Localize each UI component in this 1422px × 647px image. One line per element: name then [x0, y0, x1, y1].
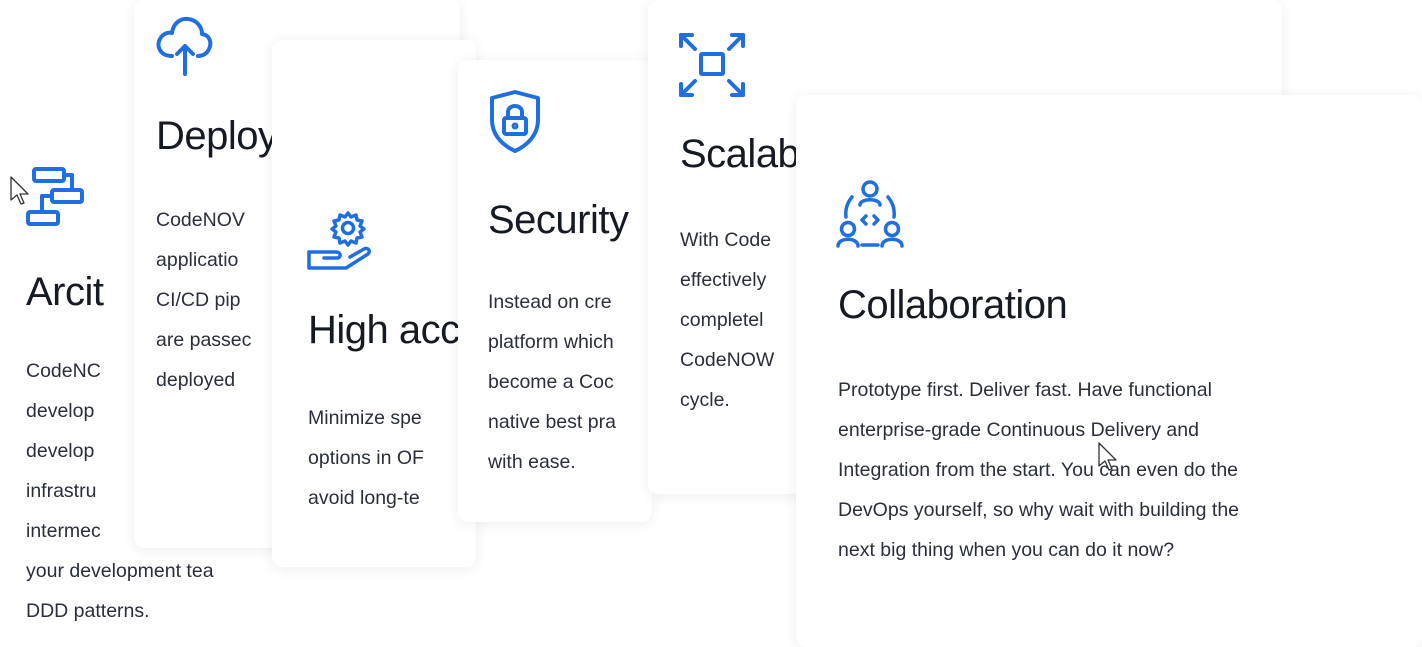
card-high-availability: High acc Minimize spe options in OF avoi… — [272, 40, 476, 567]
card-title: Security — [488, 198, 629, 242]
architecture-blocks-icon — [26, 166, 90, 232]
card-description: Minimize spe options in OF avoid long-te — [308, 407, 424, 509]
expand-arrows-icon — [678, 32, 746, 98]
shield-lock-icon — [488, 90, 542, 154]
card-title: High acc — [308, 308, 460, 352]
cloud-upload-icon — [154, 12, 214, 76]
card-description: Instead on cre platform which become a C… — [488, 291, 616, 473]
card-description: Prototype first. Deliver fast. Have func… — [838, 379, 1240, 561]
card-title: Collaboration — [838, 283, 1068, 327]
card-security: Security Instead on cre platform which b… — [458, 60, 652, 522]
card-description: With Code effectively completel CodeNOW … — [680, 229, 775, 411]
card-title: Scalab — [680, 132, 800, 176]
card-title: Arcit — [26, 270, 104, 314]
card-collaboration: Collaboration Prototype first. Deliver f… — [796, 95, 1422, 647]
team-code-icon — [836, 179, 904, 251]
hand-gear-icon — [306, 208, 378, 272]
card-description: CodeNOV applicatio CI/CD pip are passec … — [156, 209, 252, 391]
